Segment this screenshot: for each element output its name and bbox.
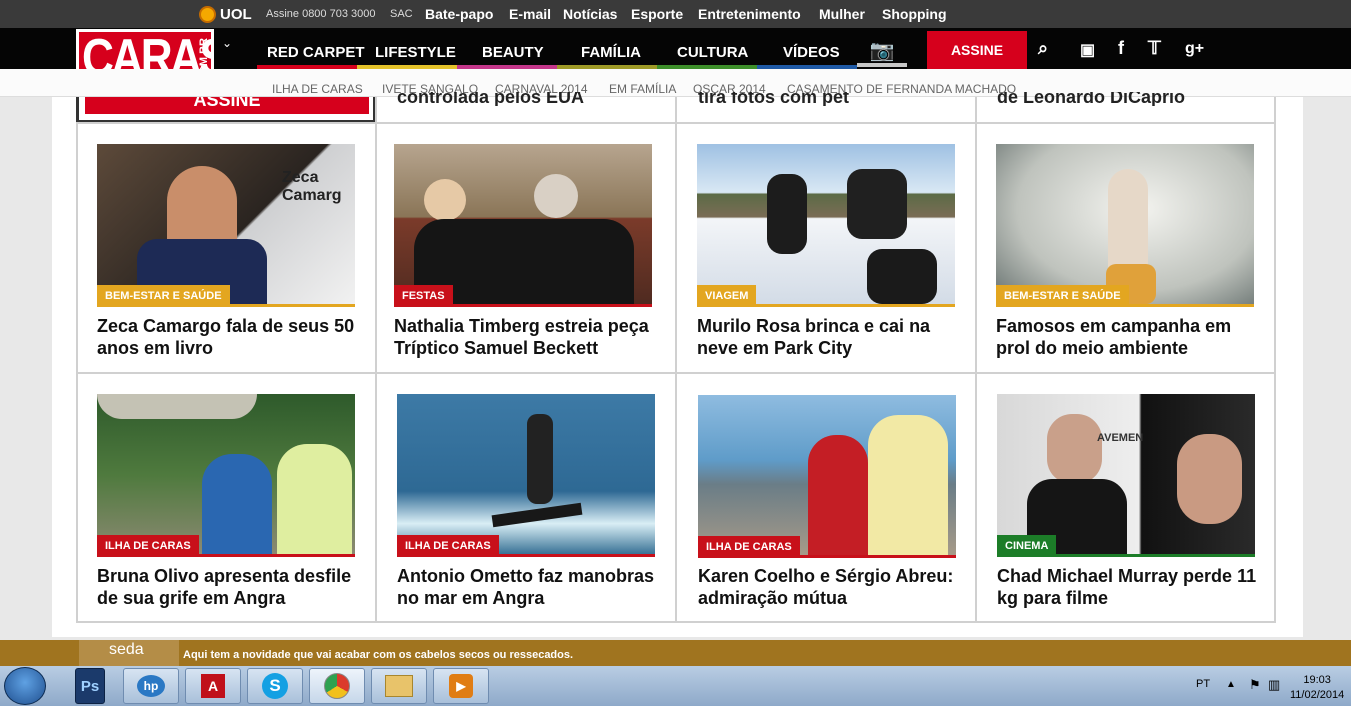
twitter-icon[interactable]: 𝕋 — [1148, 38, 1161, 59]
uol-logo[interactable]: UOL — [199, 6, 252, 23]
col-divider — [675, 97, 677, 623]
uol-link-shopping[interactable]: Shopping — [882, 6, 947, 22]
card-title-bruna[interactable]: Bruna Olivo apresenta desfile de sua gri… — [97, 565, 367, 609]
cut-title-4[interactable]: de Leonardo DiCaprio — [997, 92, 1257, 106]
cut-title-3[interactable]: tira fotos com pet — [698, 92, 958, 106]
card-image-zeca[interactable]: Zeca Camarg — [97, 144, 355, 306]
chrome-icon[interactable] — [309, 668, 365, 704]
card-title-murilo[interactable]: Murilo Rosa brinca e cai na neve em Park… — [697, 315, 967, 359]
nav-videos[interactable]: VÍDEOS — [783, 44, 840, 61]
assine-banner[interactable]: ASSINE — [85, 97, 369, 114]
chevron-down-icon[interactable]: ⌄ — [222, 36, 232, 50]
windows-start-button[interactable] — [4, 667, 46, 705]
card-image-antonio[interactable] — [397, 394, 655, 556]
nav-beauty[interactable]: BEAUTY — [482, 44, 544, 61]
facebook-icon[interactable]: f — [1118, 38, 1124, 59]
card-image-karen[interactable] — [698, 395, 956, 557]
hp-icon[interactable]: hp — [123, 668, 179, 704]
tag-ilha-de-caras[interactable]: ILHA DE CARAS — [397, 535, 499, 557]
nav-familia[interactable]: FAMÍLIA — [581, 44, 641, 61]
uol-link-email[interactable]: E-mail — [509, 6, 551, 22]
card-title-zeca[interactable]: Zeca Camargo fala de seus 50 anos em liv… — [97, 315, 367, 359]
card-title-famosos[interactable]: Famosos em campanha em prol do meio ambi… — [996, 315, 1266, 359]
assine-button[interactable]: ASSINE — [927, 31, 1027, 69]
card-title-nathalia[interactable]: Nathalia Timberg estreia peça Tríptico S… — [394, 315, 664, 359]
tag-bem-estar[interactable]: BEM-ESTAR E SAÚDE — [996, 285, 1129, 307]
card-image-bruna[interactable] — [97, 394, 355, 556]
photoshop-icon[interactable]: Ps — [75, 668, 105, 704]
assine-phone[interactable]: Assine 0800 703 3000 — [266, 8, 375, 20]
acrobat-icon[interactable]: A — [185, 668, 241, 704]
card-image-chad[interactable]: AVEMEN — [997, 394, 1255, 556]
uol-link-mulher[interactable]: Mulher — [819, 6, 865, 22]
file-explorer-icon[interactable] — [371, 668, 427, 704]
uol-globe-icon — [199, 6, 216, 23]
cut-title-2[interactable]: controlada pelos EUA — [397, 92, 657, 106]
subnav-ilha-de-caras[interactable]: ILHA DE CARAS — [272, 82, 363, 96]
tag-festas[interactable]: FESTAS — [394, 285, 453, 307]
seda-logo[interactable]: seda — [79, 640, 179, 666]
card-image-nathalia[interactable] — [394, 144, 652, 306]
col-divider — [1274, 97, 1276, 623]
uol-link-noticias[interactable]: Notícias — [563, 6, 617, 22]
uol-link-entretenimento[interactable]: Entretenimento — [698, 6, 801, 22]
clock-time: 19:03 — [1303, 674, 1331, 686]
nav-red-carpet[interactable]: RED CARPET — [267, 44, 365, 61]
col-divider — [975, 97, 977, 623]
search-icon[interactable]: ⌕ — [1038, 38, 1048, 59]
sac-link[interactable]: SAC — [390, 8, 413, 20]
clock-date: 11/02/2014 — [1290, 689, 1345, 701]
col-divider — [76, 122, 78, 623]
tray-network-icon[interactable]: ▥ — [1268, 677, 1280, 693]
tray-flag-icon[interactable]: ⚑ — [1249, 677, 1261, 693]
uol-link-esporte[interactable]: Esporte — [631, 6, 683, 22]
card-title-karen[interactable]: Karen Coelho e Sérgio Abreu: admiração m… — [698, 565, 968, 609]
media-player-icon[interactable]: ▶ — [433, 668, 489, 704]
uol-link-batepapo[interactable]: Bate-papo — [425, 6, 493, 22]
nav-cultura[interactable]: CULTURA — [677, 44, 748, 61]
language-indicator[interactable]: PT — [1196, 678, 1210, 690]
card-title-antonio[interactable]: Antonio Ometto faz manobras no mar em An… — [397, 565, 667, 609]
card-title-chad[interactable]: Chad Michael Murray perde 11 kg para fil… — [997, 565, 1267, 609]
google-plus-icon[interactable]: g+ — [1185, 40, 1204, 58]
tag-bem-estar[interactable]: BEM-ESTAR E SAÚDE — [97, 285, 230, 307]
promo-text[interactable]: Aqui tem a novidade que vai acabar com o… — [183, 649, 573, 661]
instagram-icon[interactable]: ▣ — [1080, 40, 1095, 60]
tag-cinema[interactable]: CINEMA — [997, 535, 1057, 557]
assine-banner-box[interactable]: ASSINE — [76, 97, 376, 123]
taskbar-clock[interactable]: 19:03 11/02/2014 — [1290, 673, 1344, 703]
card-image-murilo[interactable] — [697, 144, 955, 306]
card-image-famosos[interactable] — [996, 144, 1254, 306]
tag-viagem[interactable]: VIAGEM — [697, 285, 757, 307]
uol-topbar: UOL Assine 0800 703 3000 SAC Bate-papo E… — [0, 0, 1351, 28]
nav-lifestyle[interactable]: LIFESTYLE — [375, 44, 456, 61]
tag-ilha-de-caras[interactable]: ILHA DE CARAS — [698, 536, 800, 558]
tray-arrow-icon[interactable]: ▲ — [1226, 679, 1236, 690]
tag-ilha-de-caras[interactable]: ILHA DE CARAS — [97, 535, 199, 557]
col-divider — [375, 97, 377, 623]
skype-icon[interactable]: S — [247, 668, 303, 704]
camera-icon[interactable]: 📷 — [857, 37, 907, 67]
